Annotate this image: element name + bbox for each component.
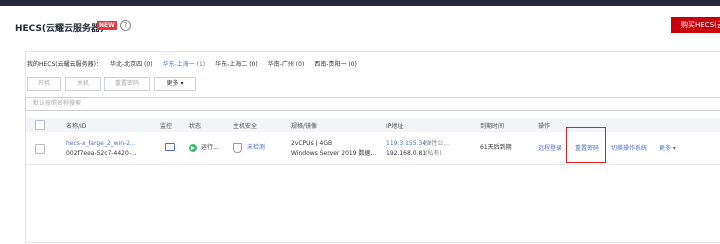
region-filter-label: 我的HECS(云耀云服务器)： [27,60,102,68]
column-spec-image: 规格/镜像 [291,123,318,130]
buy-hecs-button[interactable]: 购买HECS(云耀 [671,17,720,33]
private-ip-note: (私有) [425,150,442,157]
switch-os-link[interactable]: 切换操作系统 [611,144,647,153]
help-icon[interactable]: ? [120,20,131,31]
spec-value: 2vCPUs | 4GB [291,140,333,147]
row-checkbox[interactable] [35,144,45,154]
start-button[interactable]: 开机 [27,77,61,91]
row-more-dropdown[interactable]: 更多 ▾ [659,144,676,153]
column-operations: 操作 [538,123,551,130]
highlight-box [566,127,606,163]
column-host-security: 主机安全 [233,123,258,130]
running-status-icon [189,144,197,152]
more-actions-dropdown[interactable]: 更多 ▾ [154,77,196,91]
column-status: 状态 [189,123,202,130]
region-filter-bar: 我的HECS(云耀云服务器)： 华北-北京四 (0) 华东-上海一 (1) 华东… [27,56,367,70]
server-name-link[interactable]: hecs-x_large_2_win-2... [66,139,136,148]
region-tab-shanghai2[interactable]: 华东-上海二 (0) [215,59,258,68]
column-name-id: 名称/ID [66,123,87,130]
private-ip: 192.168.0.81 [386,150,427,157]
search-placeholder: 默认按照名称搜索 [33,100,82,107]
column-ip: IP地址 [386,123,404,130]
shield-icon [233,143,242,153]
public-ip-link[interactable]: 119.3.155.34 [386,139,426,148]
image-value: Windows Server 2019 数据... [291,150,377,157]
public-ip-note: (弹性公... [423,140,450,147]
page-title: HECS(云耀云服务器) [15,24,105,34]
monitor-icon[interactable] [165,143,175,151]
remote-login-link[interactable]: 远程登录 [538,144,562,153]
region-tab-guiyang1[interactable]: 西南-贵阳一 (0) [314,59,357,68]
region-tab-guangzhou[interactable]: 华南-广州 (0) [268,59,305,68]
region-tab-shanghai1[interactable]: 华东-上海一 (1) [163,59,206,68]
row-divider [26,164,720,165]
search-input[interactable]: 默认按照名称搜索 [25,97,720,111]
select-all-checkbox[interactable] [35,120,45,130]
column-monitor: 监控 [160,123,173,130]
security-status-link[interactable]: 未检测 [247,143,265,152]
column-expiry: 到期时间 [480,123,505,130]
status-text: 运行... [201,144,219,151]
reset-password-button[interactable]: 重置密码 [104,77,150,91]
server-id: 002f7eea-52c7-4420-... [66,150,137,157]
expiry-value: 61天后到期 [480,144,512,151]
region-tab-beijing4[interactable]: 华北-北京四 (0) [110,59,153,68]
stop-button[interactable]: 关机 [65,77,101,91]
new-badge: NEW [97,21,117,30]
table-header [26,118,720,132]
